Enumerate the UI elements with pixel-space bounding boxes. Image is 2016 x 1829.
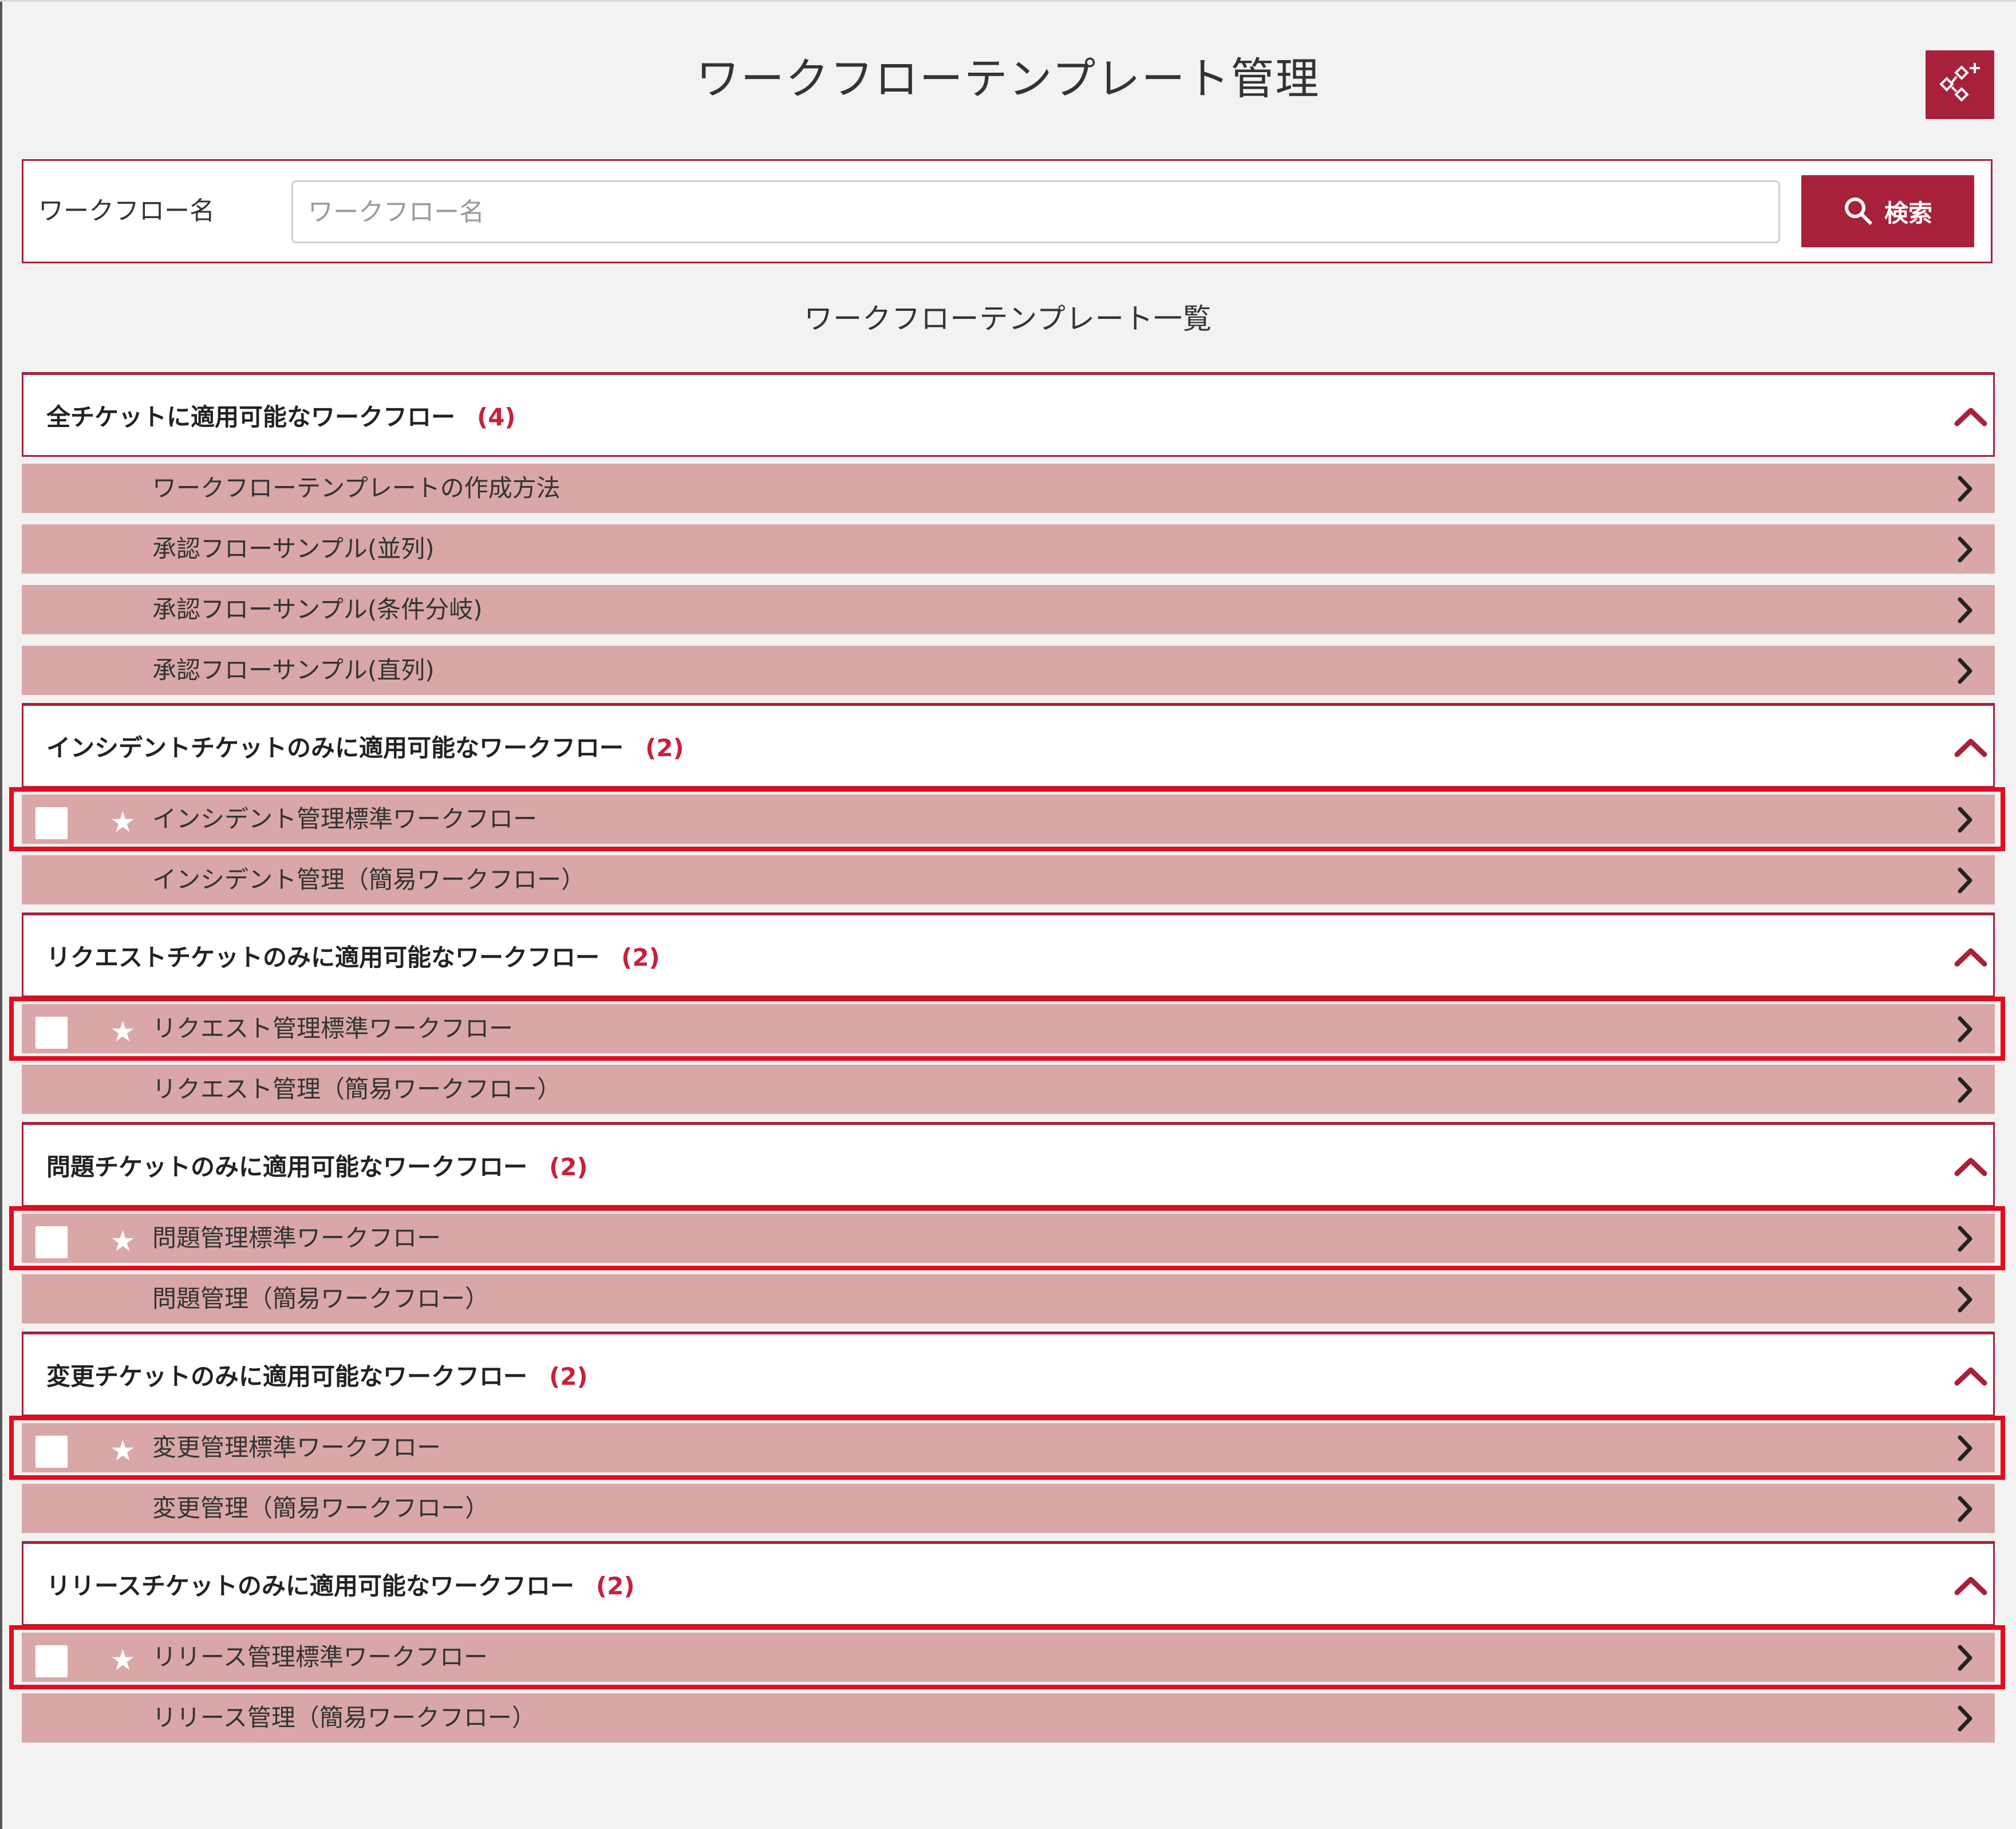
section-count: (2) [595, 1572, 635, 1600]
section-count: (2) [549, 1362, 588, 1390]
workflow-template-row[interactable]: インシデント管理（簡易ワークフロー） [22, 855, 1995, 904]
row-checkbox[interactable] [35, 1226, 68, 1258]
workflow-template-row[interactable]: 承認フローサンプル(並列) [22, 524, 1995, 574]
section-header[interactable]: インシデントチケットのみに適用可能なワークフロー (2) [22, 703, 1995, 788]
star-icon[interactable]: ★ [110, 1633, 136, 1688]
workflow-template-name: リクエスト管理標準ワークフロー [152, 1014, 514, 1042]
star-icon[interactable]: ★ [110, 1423, 136, 1478]
chevron-right-icon[interactable] [1956, 867, 1974, 894]
workflow-template-name: リクエスト管理（簡易ワークフロー） [152, 1075, 562, 1103]
section-title: リクエストチケットのみに適用可能なワークフロー (2) [46, 941, 660, 975]
workflow-template-name: インシデント管理（簡易ワークフロー） [152, 866, 586, 894]
chevron-right-icon[interactable] [1956, 1076, 1974, 1104]
workflow-template-row[interactable]: ★ インシデント管理標準ワークフロー [22, 795, 1995, 844]
chevron-right-icon[interactable] [1956, 475, 1974, 503]
workflow-template-name: 変更管理（簡易ワークフロー） [152, 1494, 490, 1522]
workflow-template-row[interactable]: 承認フローサンプル(条件分岐) [22, 585, 1995, 634]
workflow-template-row[interactable]: ★ 変更管理標準ワークフロー [22, 1423, 1995, 1472]
workflow-template-row[interactable]: ワークフローテンプレートの作成方法 [22, 464, 1995, 513]
row-checkbox[interactable] [35, 1645, 68, 1677]
chevron-right-icon[interactable] [1956, 1225, 1974, 1253]
chevron-right-icon[interactable] [1956, 1495, 1974, 1523]
workflow-template-name: 変更管理標準ワークフロー [152, 1433, 441, 1461]
row-checkbox[interactable] [35, 1436, 68, 1468]
chevron-right-icon[interactable] [1956, 1705, 1974, 1732]
template-list-title: ワークフローテンプレート一覧 [804, 302, 1212, 335]
workflow-template-name: ワークフローテンプレートの作成方法 [152, 474, 561, 502]
section-title: インシデントチケットのみに適用可能なワークフロー (2) [46, 731, 684, 765]
section-count: (2) [549, 1153, 588, 1181]
workflow-template-row[interactable]: ★ リリース管理標準ワークフロー [22, 1633, 1995, 1682]
chevron-right-icon[interactable] [1956, 1435, 1974, 1462]
workflow-add-icon [1939, 63, 1980, 102]
section-title: リリースチケットのみに適用可能なワークフロー (2) [46, 1569, 635, 1603]
workflow-template-name: リリース管理標準ワークフロー [152, 1643, 488, 1671]
workflow-template-name: インシデント管理標準ワークフロー [152, 805, 538, 833]
chevron-up-icon[interactable] [1954, 737, 1987, 757]
chevron-up-icon[interactable] [1954, 1575, 1987, 1595]
workflow-name-input[interactable] [291, 180, 1780, 243]
section-header[interactable]: リクエストチケットのみに適用可能なワークフロー (2) [22, 912, 1995, 997]
workflow-template-row[interactable]: 承認フローサンプル(直列) [22, 646, 1995, 695]
workflow-name-label: ワークフロー名 [38, 196, 215, 226]
star-icon[interactable]: ★ [110, 795, 136, 850]
workflow-template-name: 問題管理（簡易ワークフロー） [152, 1285, 490, 1313]
chevron-right-icon[interactable] [1956, 536, 1974, 563]
section-title-text: 問題チケットのみに適用可能なワークフロー [46, 1153, 528, 1181]
chevron-up-icon[interactable] [1954, 1365, 1987, 1386]
window-left-edge [0, 0, 2, 1829]
workflow-template-name: 問題管理標準ワークフロー [152, 1224, 441, 1252]
star-icon[interactable]: ★ [110, 1214, 136, 1269]
chevron-right-icon[interactable] [1956, 657, 1974, 685]
chevron-right-icon[interactable] [1956, 1016, 1974, 1043]
section-count: (2) [621, 943, 660, 971]
section-header[interactable]: 問題チケットのみに適用可能なワークフロー (2) [22, 1122, 1995, 1207]
section-title: 問題チケットのみに適用可能なワークフロー (2) [46, 1150, 588, 1184]
workflow-template-row[interactable]: リクエスト管理（簡易ワークフロー） [22, 1065, 1995, 1114]
workflow-template-name: 承認フローサンプル(条件分岐) [152, 595, 483, 623]
workflow-template-name: 承認フローサンプル(直列) [152, 656, 435, 684]
chevron-up-icon[interactable] [1954, 406, 1987, 426]
window-top-edge [0, 0, 2016, 2]
add-workflow-template-button[interactable] [1926, 50, 1994, 119]
workflow-template-row[interactable]: ★ リクエスト管理標準ワークフロー [22, 1004, 1995, 1053]
page-title: ワークフローテンプレート管理 [696, 53, 1320, 104]
section-title-text: リクエストチケットのみに適用可能なワークフロー [46, 943, 600, 971]
row-checkbox[interactable] [35, 1017, 68, 1049]
section-count: (2) [645, 734, 684, 762]
section-title: 変更チケットのみに適用可能なワークフロー (2) [46, 1360, 588, 1394]
chevron-right-icon[interactable] [1956, 806, 1974, 833]
section-header[interactable]: 変更チケットのみに適用可能なワークフロー (2) [22, 1332, 1995, 1416]
chevron-up-icon[interactable] [1954, 1156, 1987, 1176]
workflow-template-row[interactable]: ★ 問題管理標準ワークフロー [22, 1214, 1995, 1263]
chevron-up-icon[interactable] [1954, 946, 1987, 967]
row-checkbox[interactable] [35, 807, 68, 839]
section-header[interactable]: 全チケットに適用可能なワークフロー (4) [22, 372, 1995, 457]
chevron-right-icon[interactable] [1956, 597, 1974, 624]
chevron-right-icon[interactable] [1956, 1286, 1974, 1313]
workflow-template-row[interactable]: 変更管理（簡易ワークフロー） [22, 1484, 1995, 1533]
section-title: 全チケットに適用可能なワークフロー (4) [46, 400, 516, 434]
section-count: (4) [477, 403, 516, 431]
workflow-template-name: リリース管理（簡易ワークフロー） [152, 1704, 536, 1732]
search-panel: ワークフロー名 検索 [22, 159, 1993, 263]
section-header[interactable]: リリースチケットのみに適用可能なワークフロー (2) [22, 1541, 1995, 1626]
search-icon [1844, 197, 1873, 226]
workflow-template-row[interactable]: リリース管理（簡易ワークフロー） [22, 1693, 1995, 1743]
star-icon[interactable]: ★ [110, 1004, 136, 1059]
search-button-label: 検索 [1884, 199, 1932, 227]
workflow-template-name: 承認フローサンプル(並列) [152, 535, 435, 563]
section-title-text: 全チケットに適用可能なワークフロー [46, 403, 456, 431]
workflow-template-row[interactable]: 問題管理（簡易ワークフロー） [22, 1274, 1995, 1324]
section-title-text: リリースチケットのみに適用可能なワークフロー [46, 1572, 574, 1600]
section-title-text: インシデントチケットのみに適用可能なワークフロー [46, 734, 624, 762]
section-title-text: 変更チケットのみに適用可能なワークフロー [46, 1362, 528, 1390]
search-button[interactable]: 検索 [1801, 175, 1974, 247]
chevron-right-icon[interactable] [1956, 1644, 1974, 1672]
